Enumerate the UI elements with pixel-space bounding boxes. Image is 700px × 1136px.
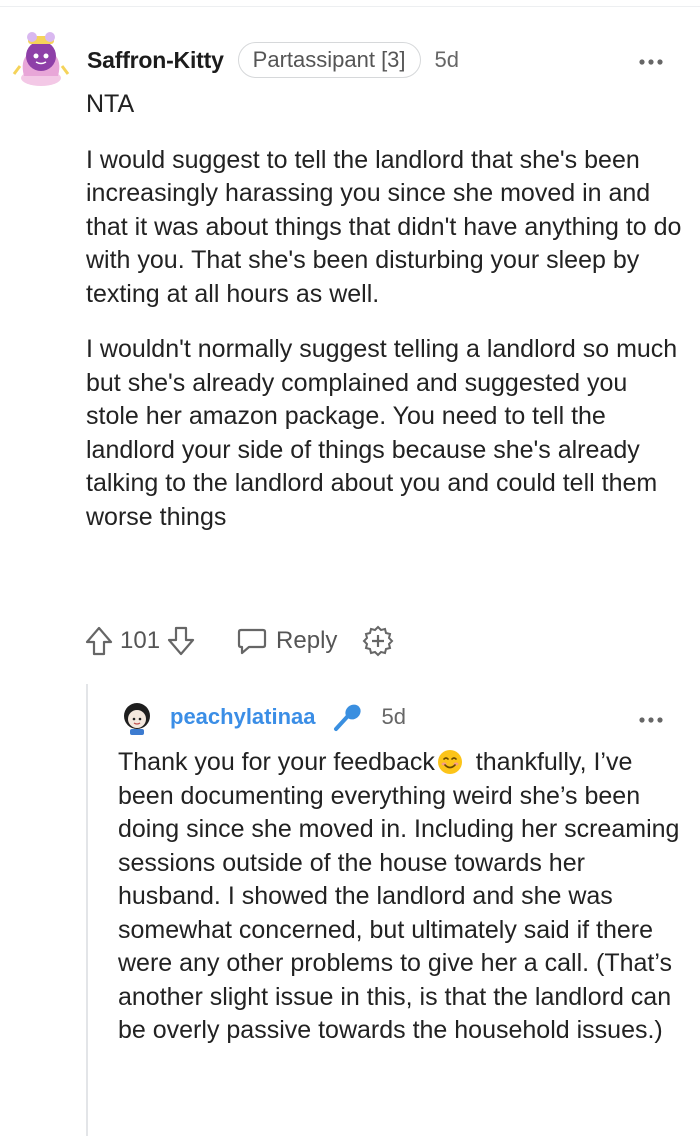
reply-header: peachylatinaa 5d [170,700,406,734]
reply-text-start: Thank you for your feedback [118,748,435,776]
comment-age: 5d [381,704,406,729]
avatar[interactable] [120,700,154,736]
upvote-icon[interactable] [84,625,114,657]
comment-actions: 101 Reply [84,622,395,660]
award-icon[interactable] [361,624,395,658]
comment-header: Saffron-Kitty Partassipant [3] 5d [87,42,459,78]
top-divider [0,6,700,7]
comment-body: NTA I would suggest to tell the landlord… [86,88,686,556]
reply-body: Thank you for your feedback thankfully, … [118,746,688,1048]
reply-text-rest: thankfully, I’ve been documenting everyt… [118,748,680,1044]
smiling-face-emoji [437,749,463,775]
comment-age: 5d [434,47,460,72]
more-options-icon[interactable] [638,46,664,72]
vote-score: 101 [120,627,161,654]
thread-line[interactable] [86,684,88,1136]
reply-button[interactable]: Reply [236,626,337,656]
downvote-icon[interactable] [166,625,196,657]
comment-paragraph: I wouldn't normally suggest telling a la… [86,335,678,531]
comment-paragraph: I would suggest to tell the landlord tha… [86,145,682,308]
user-flair: Partassipant [3] [237,42,421,78]
chat-bubble-icon [236,626,268,656]
author-name[interactable]: peachylatinaa [170,704,316,730]
reply-label: Reply [276,627,338,654]
microphone-icon [332,702,364,732]
more-options-icon[interactable] [638,704,664,730]
comment-paragraph: NTA [86,90,135,118]
author-name[interactable]: Saffron-Kitty [87,47,224,74]
reply-paragraph: Thank you for your feedback thankfully, … [118,746,688,1048]
avatar[interactable] [10,26,72,88]
